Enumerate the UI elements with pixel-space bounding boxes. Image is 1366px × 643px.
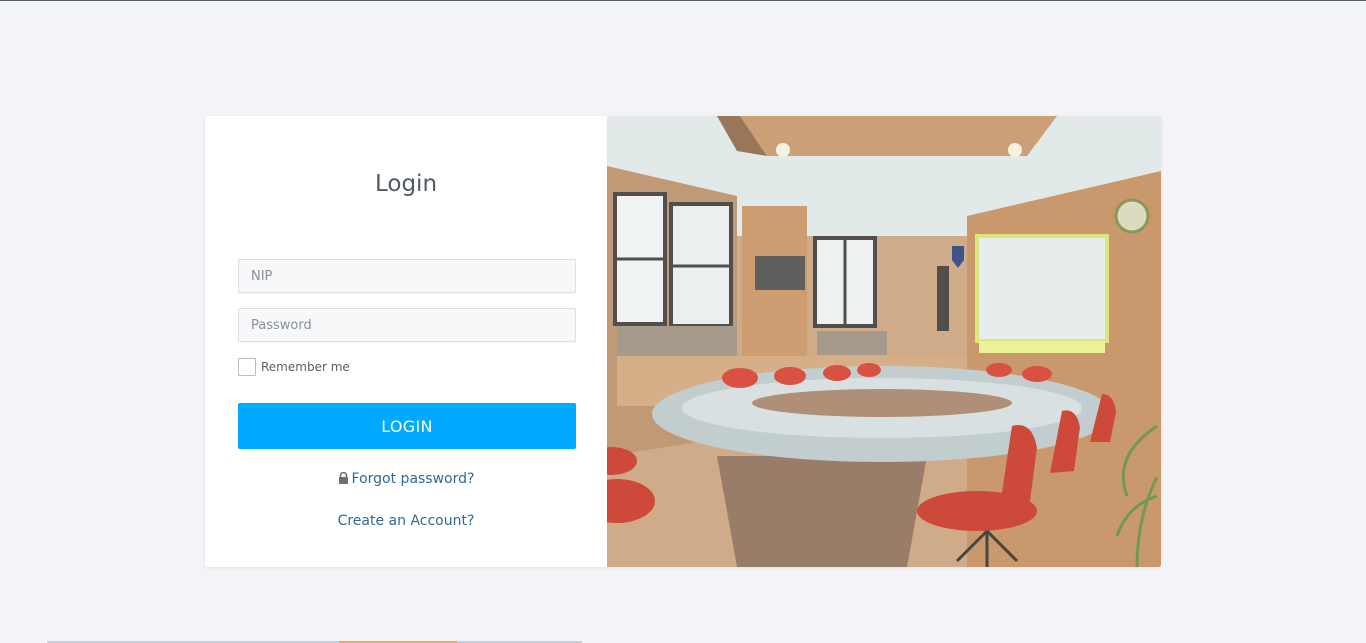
lock-icon [338, 471, 349, 488]
remember-label: Remember me [261, 360, 350, 374]
login-form-panel: Login Remember me LOGIN Forgot password?… [205, 116, 607, 567]
password-input[interactable] [238, 308, 576, 342]
login-card: Login Remember me LOGIN Forgot password?… [205, 116, 1161, 567]
login-button[interactable]: LOGIN [238, 403, 576, 449]
nip-input[interactable] [238, 259, 576, 293]
page-title: Login [374, 171, 438, 197]
conference-room-image [607, 116, 1161, 567]
create-account-link[interactable]: Create an Account? [205, 513, 607, 529]
remember-checkbox[interactable] [238, 358, 256, 376]
remember-me[interactable]: Remember me [238, 358, 350, 376]
forgot-password-label: Forgot password? [351, 471, 475, 487]
forgot-password-link[interactable]: Forgot password? [205, 471, 607, 488]
